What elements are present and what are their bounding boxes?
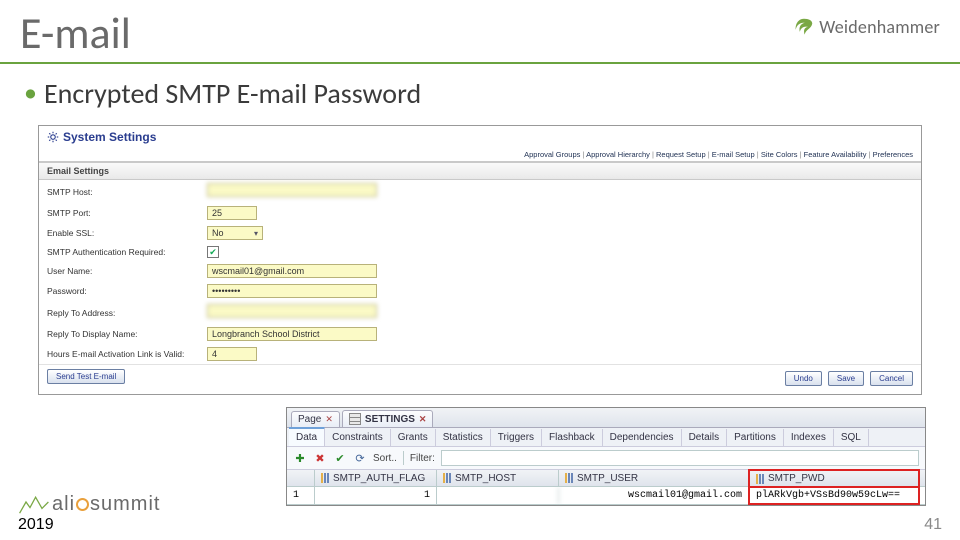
summit-word-prefix: ali (52, 493, 75, 516)
db-tool-panel: Page ✕ SETTINGS ✕ Data Constraints Grants … (286, 407, 926, 506)
subtab-details[interactable]: Details (682, 429, 728, 446)
password-label: Password: (47, 286, 207, 296)
delete-row-icon[interactable]: ✖ (313, 451, 327, 465)
grid-toolbar: ✚ ✖ ✔ ⟳ Sort.. Filter: (287, 447, 925, 470)
header-divider (0, 62, 960, 64)
smtp-host-label: SMTP Host: (47, 187, 207, 197)
col-smtp-pwd[interactable]: SMTP_PWD (748, 469, 920, 487)
reply-address-input[interactable] (207, 304, 377, 318)
subtab-sql[interactable]: SQL (834, 429, 869, 446)
summit-logo: ali summit 2019 (18, 493, 160, 534)
refresh-icon[interactable]: ⟳ (353, 451, 367, 465)
section-header: Email Settings (39, 162, 921, 180)
hours-valid-input[interactable]: 4 (207, 347, 257, 361)
nav-preferences[interactable]: Preferences (873, 150, 913, 159)
smtp-port-input[interactable]: 25 (207, 206, 257, 220)
summit-word-suffix: summit (90, 493, 160, 516)
bullet-text: Encrypted SMTP E-mail Password (0, 76, 960, 125)
user-name-input[interactable]: wscmail01@gmail.com (207, 264, 377, 278)
tab-page-label: Page (298, 414, 321, 425)
subtab-dependencies[interactable]: Dependencies (603, 429, 682, 446)
tab-settings-label: SETTINGS (365, 414, 415, 425)
col-label: SMTP_PWD (768, 473, 825, 484)
col-smtp-auth-flag[interactable]: SMTP_AUTH_FLAG (315, 470, 437, 486)
filter-label: Filter: (410, 453, 435, 464)
col-label: SMTP_USER (577, 473, 638, 484)
nav-feature-availability[interactable]: Feature Availability (804, 150, 873, 159)
col-label: SMTP_HOST (455, 473, 516, 484)
subtab-partitions[interactable]: Partitions (727, 429, 784, 446)
col-smtp-host[interactable]: SMTP_HOST (437, 470, 559, 486)
page-number: 41 (924, 516, 942, 534)
grid-header: SMTP_AUTH_FLAG SMTP_HOST SMTP_USER SMTP_… (287, 470, 925, 487)
subtab-indexes[interactable]: Indexes (784, 429, 834, 446)
subtabs: Data Constraints Grants Statistics Trigg… (287, 428, 925, 447)
sort-label[interactable]: Sort.. (373, 453, 397, 464)
filter-input[interactable] (441, 450, 919, 466)
subtab-data[interactable]: Data (289, 427, 325, 446)
send-test-email-button[interactable]: Send Test E-mail (47, 369, 125, 384)
tab-settings[interactable]: SETTINGS ✕ (342, 410, 434, 427)
smtp-port-label: SMTP Port: (47, 208, 207, 218)
object-tabs: Page ✕ SETTINGS ✕ (287, 408, 925, 428)
settings-nav: Approval Groups Approval Hierarchy Reque… (39, 148, 921, 162)
col-label: SMTP_AUTH_FLAG (333, 473, 425, 484)
auth-required-checkbox[interactable] (207, 246, 219, 258)
tab-page[interactable]: Page ✕ (291, 411, 340, 427)
subtab-triggers[interactable]: Triggers (491, 429, 542, 446)
col-smtp-user[interactable]: SMTP_USER (559, 470, 749, 486)
smtp-host-input[interactable] (207, 183, 377, 197)
close-icon[interactable]: ✕ (325, 414, 333, 425)
nav-request-setup[interactable]: Request Setup (656, 150, 712, 159)
subtab-grants[interactable]: Grants (391, 429, 436, 446)
slide-title: E-mail (20, 6, 131, 60)
reply-address-label: Reply To Address: (47, 308, 207, 318)
close-icon[interactable]: ✕ (419, 414, 427, 425)
password-input[interactable]: ••••••••• (207, 284, 377, 298)
undo-button[interactable]: Undo (785, 371, 822, 386)
gear-icon (47, 131, 59, 143)
nav-approval-groups[interactable]: Approval Groups (524, 150, 586, 159)
auth-required-label: SMTP Authentication Required: (47, 247, 207, 257)
reply-name-label: Reply To Display Name: (47, 329, 207, 339)
add-row-icon[interactable]: ✚ (293, 451, 307, 465)
nav-email-setup[interactable]: E-mail Setup (712, 150, 761, 159)
subtab-constraints[interactable]: Constraints (325, 429, 391, 446)
panel-title-text: System Settings (63, 130, 156, 144)
cancel-button[interactable]: Cancel (870, 371, 913, 386)
enable-ssl-select[interactable]: No (207, 226, 263, 240)
row-marker-header (287, 470, 315, 486)
nav-site-colors[interactable]: Site Colors (761, 150, 804, 159)
user-name-label: User Name: (47, 266, 207, 276)
subtab-statistics[interactable]: Statistics (436, 429, 491, 446)
commit-icon[interactable]: ✔ (333, 451, 347, 465)
swirl-icon (793, 16, 815, 38)
enable-ssl-label: Enable SSL: (47, 228, 207, 238)
subtab-flashback[interactable]: Flashback (542, 429, 603, 446)
nav-approval-hierarchy[interactable]: Approval Hierarchy (586, 150, 656, 159)
brand-name: Weidenhammer (819, 16, 940, 38)
table-icon (349, 413, 361, 425)
ring-icon (76, 498, 89, 511)
reply-name-input[interactable]: Longbranch School District (207, 327, 377, 341)
hours-valid-label: Hours E-mail Activation Link is Valid: (47, 349, 207, 359)
brand-logo: Weidenhammer (793, 16, 940, 38)
system-settings-panel: System Settings Approval Groups Approval… (38, 125, 922, 395)
summit-year: 2019 (18, 516, 160, 534)
save-button[interactable]: Save (828, 371, 864, 386)
panel-title: System Settings (39, 126, 921, 148)
mountain-icon (18, 494, 50, 516)
